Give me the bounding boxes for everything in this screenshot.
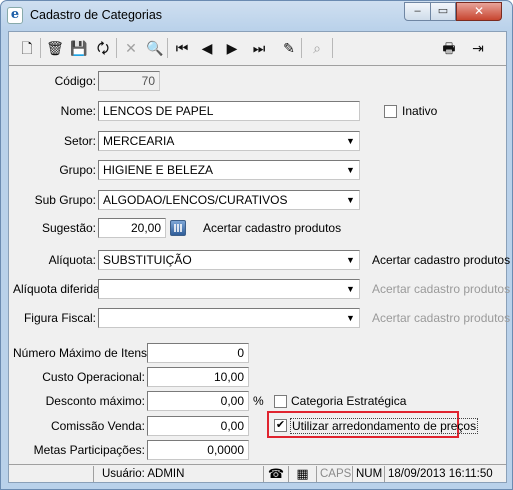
minimize-button[interactable]: ‒ [404, 2, 431, 21]
figura-fiscal-acertar-link[interactable]: Acertar cadastro produtos [372, 311, 510, 325]
percent-unit: % [253, 394, 264, 408]
nome-label: Nome: [60, 104, 96, 118]
next-record-icon[interactable]: ▶ [222, 38, 242, 58]
figura-fiscal-select[interactable]: ▼ [98, 308, 360, 328]
sugestao-acertar-link[interactable]: Acertar cadastro produtos [203, 221, 341, 235]
categoria-estrategica-label[interactable]: Categoria Estratégica [291, 394, 406, 408]
sub-grupo-label: Sub Grupo: [34, 193, 96, 207]
numero-maximo-itens-field[interactable]: 0 [147, 343, 249, 363]
custo-operacional-field[interactable]: 10,00 [147, 367, 249, 387]
chevron-down-icon[interactable]: ▼ [343, 281, 358, 297]
metas-participacoes-label: Metas Participações: [33, 443, 145, 457]
toolbar-separator [116, 38, 117, 58]
inativo-checkbox[interactable] [384, 105, 397, 118]
print-icon[interactable]: 🖶 [439, 38, 459, 58]
aliquota-acertar-link[interactable]: Acertar cadastro produtos [372, 253, 510, 267]
new-icon[interactable]: 🗋 [17, 38, 37, 58]
metas-participacoes-field[interactable]: 0,0000 [147, 440, 249, 460]
aliquota-select[interactable]: SUBSTITUIÇÃO ▼ [98, 250, 360, 270]
maximize-button[interactable]: ▭ [430, 2, 456, 21]
numero-maximo-itens-label: Número Máximo de Itens: [13, 346, 151, 360]
chevron-down-icon[interactable]: ▼ [343, 192, 358, 208]
sugestao-label: Sugestão: [41, 221, 96, 235]
close-button[interactable]: ✕ [456, 2, 502, 21]
client-area: 🗋 🗑 💾 🗘 ✕ 🔍 ⏮ ◀ ▶ ⏭ ✎ ⌕ 🖶 ⇥ Código: 70 Nome: LENCOS D… [8, 31, 510, 483]
chevron-down-icon[interactable]: ▼ [343, 133, 358, 149]
utilizar-arredondamento-checkbox[interactable]: ✔ [274, 419, 287, 432]
utilizar-arredondamento-label[interactable]: Utilizar arredondamento de preços [290, 418, 479, 434]
binoculars-icon[interactable]: ⌕ [307, 38, 327, 58]
chevron-down-icon[interactable]: ▼ [343, 310, 358, 326]
inativo-label[interactable]: Inativo [402, 104, 437, 118]
desconto-maximo-label: Desconto máximo: [45, 394, 145, 408]
toolbar-separator [167, 38, 168, 58]
delete-icon[interactable]: 🗑 [45, 38, 65, 58]
previous-record-icon[interactable]: ◀ [197, 38, 217, 58]
cancel-icon[interactable]: ✕ [121, 38, 141, 58]
grupo-label: Grupo: [59, 163, 96, 177]
calculator-icon[interactable]: ▦ [288, 466, 316, 482]
status-user: Usuário: ADMIN [93, 466, 263, 482]
status-bar: Usuário: ADMIN ☎ ▦ CAPS NUM 18/09/2013 1… [9, 464, 506, 482]
status-num: NUM [352, 466, 384, 482]
status-caps: CAPS [316, 466, 352, 482]
app-logo-icon[interactable]: e [7, 7, 23, 24]
setor-value: MERCEARIA [103, 134, 175, 148]
calculator-icon[interactable] [170, 220, 186, 236]
refresh-icon[interactable]: 🗘 [93, 38, 113, 58]
chevron-down-icon[interactable]: ▼ [343, 162, 358, 178]
aliquota-label: Alíquota: [48, 253, 96, 267]
window-title: Cadastro de Categorias [30, 8, 163, 22]
aliquota-diferida-acertar-link[interactable]: Acertar cadastro produtos [372, 282, 510, 296]
setor-select[interactable]: MERCEARIA ▼ [98, 131, 360, 151]
desconto-maximo-field[interactable]: 0,00 [147, 391, 249, 411]
clear-filter-icon[interactable]: ✎ [279, 38, 299, 58]
codigo-field[interactable]: 70 [98, 71, 160, 91]
codigo-label: Código: [54, 74, 96, 88]
figura-fiscal-label: Figura Fiscal: [23, 311, 96, 325]
nome-field[interactable]: LENCOS DE PAPEL [98, 101, 360, 121]
toolbar-separator [40, 38, 41, 58]
comissao-venda-field[interactable]: 0,00 [147, 416, 249, 436]
comissao-venda-label: Comissão Venda: [50, 419, 145, 433]
aliquota-diferida-select[interactable]: ▼ [98, 279, 360, 299]
aliquota-diferida-label: Alíquota diferida: [13, 282, 104, 296]
categoria-estrategica-checkbox[interactable] [274, 395, 287, 408]
title-bar[interactable]: e Cadastro de Categorias ‒ ▭ ✕ [1, 1, 512, 31]
search-icon[interactable]: 🔍 [145, 38, 165, 58]
setor-label: Setor: [63, 134, 96, 148]
save-icon[interactable]: 💾 [69, 38, 89, 58]
toolbar-separator [301, 38, 302, 58]
aliquota-value: SUBSTITUIÇÃO [103, 253, 192, 267]
phone-icon[interactable]: ☎ [263, 466, 288, 482]
exit-icon[interactable]: ⇥ [468, 38, 488, 58]
status-datetime: 18/09/2013 16:11:50 [384, 466, 506, 482]
grupo-value: HIGIENE E BELEZA [103, 163, 214, 177]
sub-grupo-select[interactable]: ALGODAO/LENCOS/CURATIVOS ▼ [98, 190, 360, 210]
last-record-icon[interactable]: ⏭ [249, 38, 269, 58]
toolbar: 🗋 🗑 💾 🗘 ✕ 🔍 ⏮ ◀ ▶ ⏭ ✎ ⌕ 🖶 ⇥ [9, 32, 506, 64]
category-form: Código: 70 Nome: LENCOS DE PAPEL Inativo… [9, 65, 510, 463]
sub-grupo-value: ALGODAO/LENCOS/CURATIVOS [103, 193, 288, 207]
app-window: e Cadastro de Categorias ‒ ▭ ✕ 🗋 🗑 💾 🗘 ✕ 🔍 ⏮ ◀ ▶… [0, 0, 513, 490]
custo-operacional-label: Custo Operacional: [42, 370, 145, 384]
first-record-icon[interactable]: ⏮ [172, 38, 192, 58]
grupo-select[interactable]: HIGIENE E BELEZA ▼ [98, 160, 360, 180]
chevron-down-icon[interactable]: ▼ [343, 252, 358, 268]
toolbar-separator [332, 38, 333, 58]
sugestao-field[interactable]: 20,00 [98, 218, 166, 238]
